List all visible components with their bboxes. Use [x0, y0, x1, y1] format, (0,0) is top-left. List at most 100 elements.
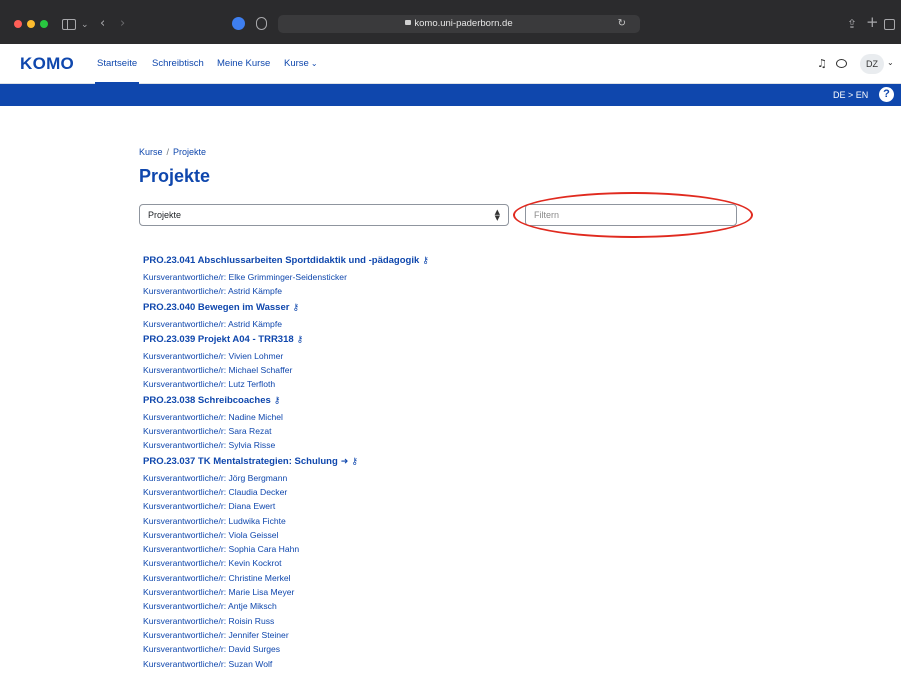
teacher-name-link[interactable]: Christine Merkel [229, 573, 291, 583]
course-teacher-row: Kursverantwortliche/r: Lutz Terfloth [143, 377, 743, 391]
site-logo[interactable]: KOMO [20, 54, 74, 74]
course-title-link[interactable]: PRO.23.041 Abschlussarbeiten Sportdidakt… [143, 255, 419, 266]
teacher-name-link[interactable]: Vivien Lohmer [229, 351, 284, 361]
nav-kurse-dropdown[interactable]: Kurse ⌄ [284, 57, 318, 71]
teacher-label: Kursverantwortliche/r: [143, 411, 229, 422]
breadcrumb: Kurse / Projekte [139, 146, 206, 158]
teacher-label: Kursverantwortliche/r: [143, 558, 229, 569]
course-item: PRO.23.037 TK Mentalstrategien: Schulung… [143, 455, 743, 671]
teacher-label: Kursverantwortliche/r: [143, 272, 229, 282]
course-teacher-row: Kursverantwortliche/r: Nadine Michel [143, 410, 743, 424]
notification-bell-icon[interactable]: ♫ [817, 57, 827, 70]
course-teacher-row: Kursverantwortliche/r: Antje Miksch [143, 599, 743, 613]
key-icon: ⚷ [273, 395, 281, 406]
teacher-name-link[interactable]: Nadine Michel [229, 412, 283, 422]
new-tab-icon[interactable]: + [866, 14, 879, 30]
teacher-name-link[interactable]: Sara Rezat [229, 426, 272, 436]
course-title-link[interactable]: PRO.23.037 TK Mentalstrategien: Schulung [143, 456, 338, 467]
nav-meine-kurse[interactable]: Meine Kurse [217, 57, 270, 71]
reload-icon[interactable]: ↻ [618, 15, 626, 33]
key-icon: ⚷ [422, 256, 429, 266]
browser-toolbar: ⌄ ‹ › komo.uni-paderborn.de ↻ ⇪ + [0, 0, 901, 44]
course-teacher-row: Kursverantwortliche/r: Astrid Kämpfe [143, 284, 743, 298]
url-text: komo.uni-paderborn.de [414, 18, 513, 29]
course-title-row: PRO.23.037 TK Mentalstrategien: Schulung… [143, 455, 743, 469]
teacher-name-link[interactable]: Roisin Russ [229, 616, 275, 626]
teacher-name-link[interactable]: Viola Geissel [229, 530, 279, 540]
course-teacher-row: Kursverantwortliche/r: Michael Schaffer [143, 363, 743, 377]
teacher-name-link[interactable]: Jennifer Steiner [229, 630, 289, 640]
teacher-name-link[interactable]: Suzan Wolf [229, 659, 273, 669]
teacher-label: Kursverantwortliche/r: [143, 365, 229, 376]
forward-icon[interactable]: › [120, 16, 125, 32]
course-teacher-row: Kursverantwortliche/r: Ludwika Fichte [143, 514, 743, 528]
course-title-row: PRO.23.040 Bewegen im Wasser ⚷ [143, 301, 743, 315]
teacher-label: Kursverantwortliche/r: [143, 572, 229, 583]
filter-input[interactable] [525, 204, 737, 226]
course-title-link[interactable]: PRO.23.038 Schreibcoaches [143, 395, 271, 406]
course-item: PRO.23.041 Abschlussarbeiten Sportdidakt… [143, 254, 743, 299]
zoom-window-button[interactable] [40, 20, 48, 28]
teacher-label: Kursverantwortliche/r: [143, 644, 229, 655]
teacher-name-link[interactable]: Jörg Bergmann [229, 473, 288, 483]
course-teacher-row: Kursverantwortliche/r: Suzan Wolf [143, 657, 743, 671]
teacher-name-link[interactable]: Astrid Kämpfe [228, 286, 282, 296]
course-item: PRO.23.038 Schreibcoaches ⚷ Kursverantwort… [143, 394, 743, 453]
teacher-name-link[interactable]: Ludwika Fichte [229, 516, 286, 526]
nav-schreibtisch[interactable]: Schreibtisch [152, 57, 204, 71]
course-title-row: PRO.23.041 Abschlussarbeiten Sportdidakt… [143, 254, 743, 268]
share-icon[interactable]: ⇪ [847, 16, 857, 32]
breadcrumb-projekte[interactable]: Projekte [173, 147, 206, 157]
site-navbar: KOMO Startseite Schreibtisch Meine Kurse… [0, 44, 901, 84]
teacher-label: Kursverantwortliche/r: [143, 601, 229, 612]
teacher-name-link[interactable]: Lutz Terfloth [229, 379, 276, 389]
course-teacher-row: Kursverantwortliche/r: Sara Rezat [143, 424, 743, 438]
course-title-link[interactable]: PRO.23.039 Projekt A04 - TRR318 [143, 334, 294, 345]
teacher-label: Kursverantwortliche/r: [143, 629, 229, 640]
extension-icon[interactable] [232, 17, 245, 30]
course-title-row: PRO.23.038 Schreibcoaches ⚷ [143, 394, 743, 408]
minimize-window-button[interactable] [27, 20, 35, 28]
teacher-name-link[interactable]: Marie Lisa Meyer [229, 587, 295, 597]
close-window-button[interactable] [14, 20, 22, 28]
teacher-name-link[interactable]: Sylvia Risse [229, 440, 276, 450]
page-title: Projekte [139, 166, 211, 186]
chevron-down-icon[interactable]: ⌄ [81, 17, 89, 33]
course-teacher-row: Kursverantwortliche/r: Viola Geissel [143, 528, 743, 542]
teacher-label: Kursverantwortliche/r: [143, 615, 229, 626]
course-title-link[interactable]: PRO.23.040 Bewegen im Wasser [143, 302, 289, 313]
teacher-name-link[interactable]: Sophia Cara Hahn [229, 544, 300, 554]
address-bar[interactable]: komo.uni-paderborn.de ↻ [278, 15, 640, 33]
teacher-name-link[interactable]: Kevin Kockrot [229, 558, 282, 568]
breadcrumb-kurse[interactable]: Kurse [139, 147, 163, 157]
tabs-overview-icon[interactable] [884, 19, 895, 30]
teacher-name-link[interactable]: Antje Miksch [228, 601, 277, 611]
course-teacher-row: Kursverantwortliche/r: Astrid Kämpfe [143, 317, 743, 331]
user-menu-chevron-icon[interactable]: ⌄ [887, 58, 894, 67]
key-icon: ⚷ [296, 334, 304, 345]
help-icon[interactable]: ? [879, 87, 894, 102]
teacher-label: Kursverantwortliche/r: [143, 350, 229, 361]
course-teacher-row: Kursverantwortliche/r: Marie Lisa Meyer [143, 585, 743, 599]
url-display: komo.uni-paderborn.de [278, 17, 640, 31]
nav-startseite[interactable]: Startseite [94, 57, 140, 84]
course-teacher-row: Kursverantwortliche/r: Jörg Bergmann [143, 471, 743, 485]
teacher-label: Kursverantwortliche/r: [143, 472, 229, 483]
teacher-name-link[interactable]: Astrid Kämpfe [228, 319, 282, 329]
course-teacher-row: Kursverantwortliche/r: Elke Grimminger-S… [143, 270, 743, 284]
teacher-name-link[interactable]: Diana Ewert [229, 501, 276, 511]
teacher-label: Kursverantwortliche/r: [143, 515, 229, 526]
teacher-name-link[interactable]: David Surges [229, 644, 281, 654]
messages-icon[interactable] [836, 59, 847, 68]
course-teacher-row: Kursverantwortliche/r: Sylvia Risse [143, 438, 743, 452]
language-switch-link[interactable]: DE > EN [833, 89, 868, 101]
teacher-name-link[interactable]: Michael Schaffer [229, 365, 293, 375]
category-select[interactable]: Projekte ▲ ▼ [139, 204, 509, 226]
teacher-name-link[interactable]: Elke Grimminger-Seidensticker [229, 272, 347, 282]
course-teacher-row: Kursverantwortliche/r: Christine Merkel [143, 571, 743, 585]
back-icon[interactable]: ‹ [100, 16, 105, 32]
sidebar-icon[interactable] [62, 19, 76, 30]
user-avatar[interactable]: DZ [860, 54, 884, 74]
privacy-icon[interactable] [256, 17, 267, 30]
teacher-name-link[interactable]: Claudia Decker [229, 487, 288, 497]
